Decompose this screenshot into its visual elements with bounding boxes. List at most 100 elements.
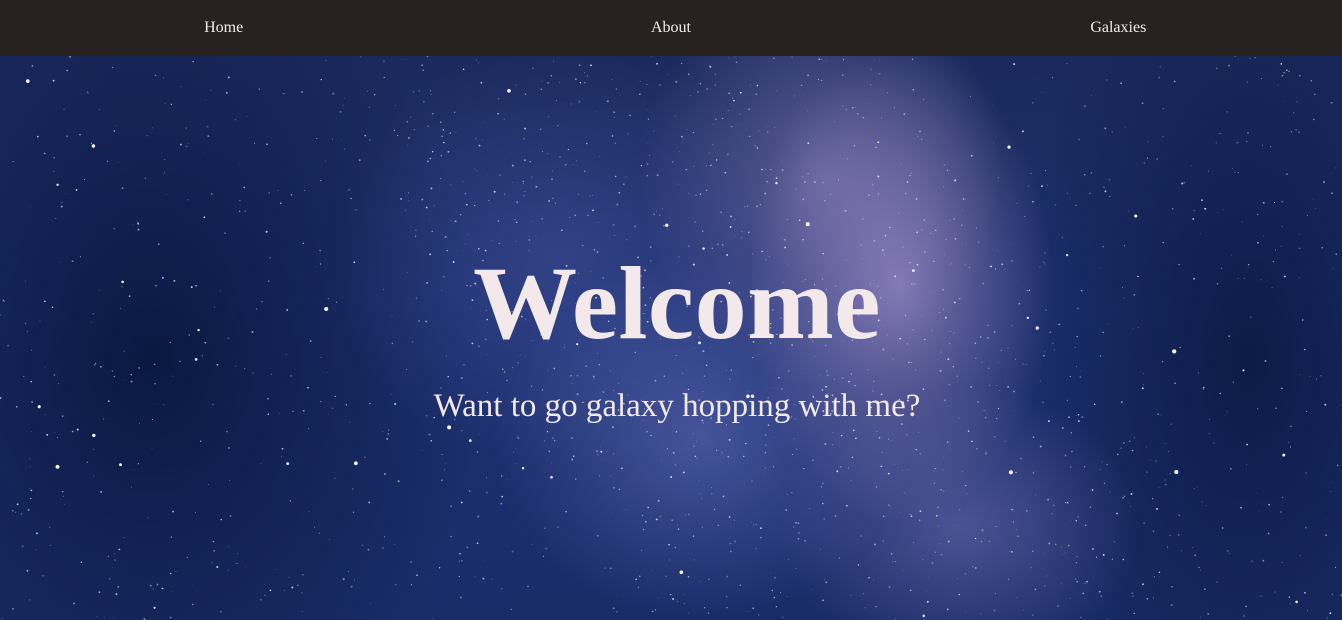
star	[1091, 548, 1094, 550]
star	[31, 65, 34, 67]
star	[137, 222, 140, 225]
star	[111, 370, 113, 372]
star	[188, 143, 190, 145]
star	[921, 229, 923, 231]
star	[513, 451, 515, 453]
star	[460, 377, 463, 380]
star	[450, 535, 452, 538]
star	[981, 361, 983, 364]
star	[1216, 67, 1218, 69]
star	[683, 138, 685, 140]
star	[906, 181, 909, 183]
star	[1014, 510, 1016, 512]
star	[755, 523, 757, 526]
star	[659, 214, 661, 217]
star	[793, 526, 795, 528]
star	[728, 516, 731, 518]
star	[1103, 186, 1105, 188]
star	[512, 367, 514, 369]
star	[832, 432, 834, 434]
star	[1039, 380, 1041, 382]
star	[445, 463, 446, 464]
star	[53, 157, 55, 159]
star	[1299, 555, 1301, 557]
star	[1309, 375, 1311, 377]
star	[514, 448, 516, 449]
star	[1, 618, 3, 620]
star	[29, 458, 31, 460]
star	[1104, 190, 1107, 193]
bright-star	[775, 182, 778, 185]
star	[694, 455, 697, 458]
nav-link-galaxies[interactable]: Galaxies	[895, 19, 1342, 37]
star	[511, 164, 514, 167]
star	[975, 227, 977, 229]
star	[206, 125, 209, 128]
star	[890, 553, 893, 555]
bright-star	[56, 183, 59, 186]
star	[609, 567, 612, 570]
star	[764, 434, 767, 436]
star	[913, 542, 915, 544]
star	[479, 433, 481, 435]
star	[1204, 207, 1207, 210]
star	[547, 116, 549, 118]
star	[535, 236, 537, 237]
star	[775, 606, 777, 608]
star	[430, 94, 432, 96]
star	[710, 492, 713, 495]
star	[929, 232, 932, 235]
star	[1262, 201, 1265, 204]
star	[1158, 486, 1160, 488]
star	[647, 109, 648, 111]
star	[715, 73, 717, 75]
star	[892, 561, 894, 563]
star	[1331, 192, 1333, 194]
star	[406, 369, 408, 370]
star	[1245, 140, 1248, 143]
star	[656, 62, 659, 65]
star	[693, 445, 695, 447]
star	[320, 179, 322, 182]
star	[1064, 501, 1067, 504]
star	[1258, 510, 1260, 511]
star	[1070, 520, 1072, 521]
star	[915, 198, 918, 200]
bright-star	[805, 222, 810, 227]
star	[462, 180, 464, 182]
star	[892, 358, 894, 360]
bright-star	[153, 606, 156, 609]
star	[684, 514, 686, 516]
star	[1192, 547, 1194, 548]
star	[941, 469, 944, 471]
star	[1022, 363, 1024, 365]
star	[1178, 534, 1180, 536]
star	[1084, 105, 1086, 107]
star	[450, 184, 452, 186]
star	[474, 576, 476, 578]
star	[1066, 192, 1068, 194]
star	[956, 375, 959, 377]
star	[1078, 138, 1080, 141]
nav-link-about[interactable]: About	[447, 19, 894, 37]
star	[1316, 378, 1318, 380]
star	[464, 192, 467, 195]
star	[57, 437, 59, 438]
star	[488, 199, 490, 202]
star	[935, 515, 938, 517]
star	[822, 482, 824, 485]
star	[1286, 69, 1288, 71]
star	[482, 121, 484, 123]
hero-section: Welcome Want to go galaxy hopping with m…	[0, 56, 1342, 620]
star	[1305, 472, 1307, 474]
star	[598, 474, 601, 477]
star	[1009, 550, 1010, 552]
star	[761, 532, 763, 534]
star	[823, 518, 825, 520]
star	[55, 217, 57, 220]
star	[1169, 534, 1171, 537]
star	[1051, 513, 1053, 515]
star	[137, 221, 139, 223]
star	[964, 572, 967, 575]
nav-link-home[interactable]: Home	[0, 19, 447, 37]
